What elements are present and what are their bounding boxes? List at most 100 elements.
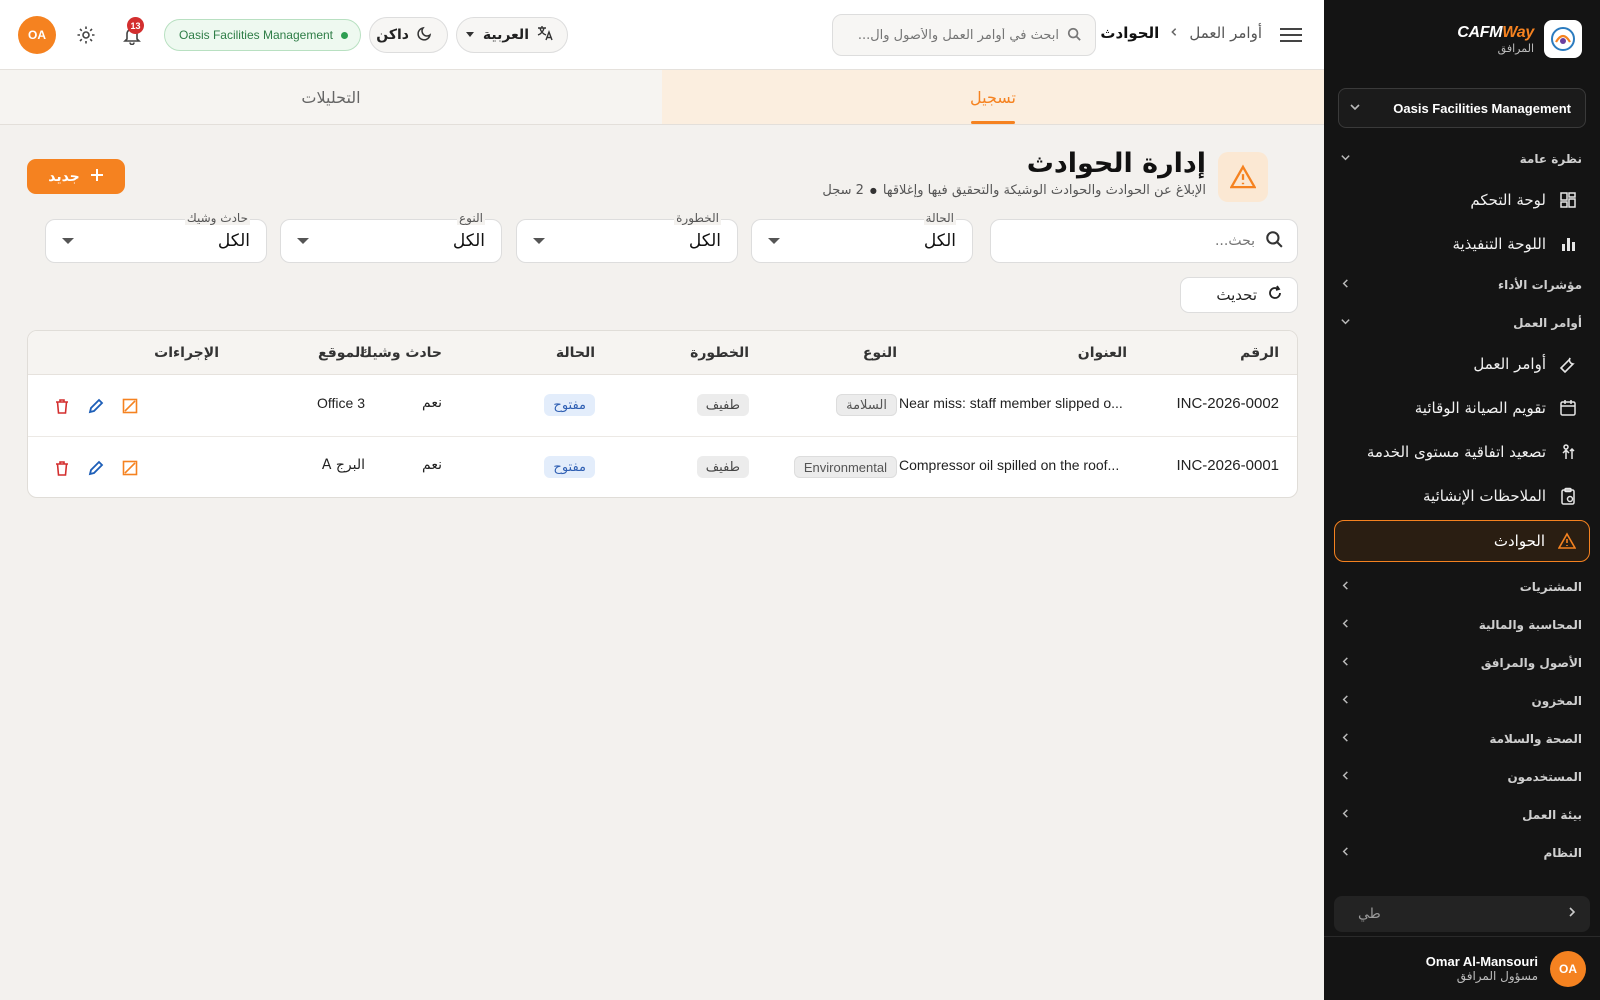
type-filter[interactable]: النوع الكل	[280, 211, 502, 263]
brand[interactable]: CAFMWay المرافق	[1457, 20, 1582, 58]
nav-section-system[interactable]: النظام	[1324, 834, 1600, 872]
refresh-icon	[1267, 285, 1283, 305]
table-row[interactable]: INC-2026-0002 Near miss: staff member sl…	[28, 375, 1297, 437]
cell-title: Compressor oil spilled on the roof...	[899, 457, 1120, 473]
nav-section-users[interactable]: المستخدمون	[1324, 758, 1600, 796]
global-search-input[interactable]	[849, 27, 1059, 43]
nav-section-hse[interactable]: الصحة والسلامة	[1324, 720, 1600, 758]
col-number[interactable]: الرقم	[1240, 345, 1279, 361]
status-filter[interactable]: الحالة الكل	[751, 211, 973, 263]
col-severity[interactable]: الخطورة	[690, 345, 749, 361]
translate-icon	[537, 25, 553, 45]
clipboard-icon	[1558, 486, 1578, 506]
severity-badge: طفيف	[696, 394, 749, 416]
nav-section-kpis[interactable]: مؤشرات الأداء	[1324, 266, 1600, 304]
new-button-label: جديد	[48, 168, 80, 185]
filter-search[interactable]	[990, 219, 1298, 263]
nav-section-inventory[interactable]: المخزون	[1324, 682, 1600, 720]
col-near-miss[interactable]: حادث وشيك	[359, 345, 442, 361]
chevron-left-icon	[1340, 618, 1351, 632]
chevron-left-icon	[1340, 808, 1351, 822]
status-badge: مفتوح	[544, 456, 595, 478]
tab-analytics[interactable]: التحليلات	[0, 70, 662, 124]
chevron-left-icon	[1340, 278, 1351, 292]
settings-button[interactable]	[72, 21, 100, 49]
language-selector[interactable]: العربية	[456, 17, 568, 53]
col-type[interactable]: النوع	[863, 345, 897, 361]
theme-toggle[interactable]: داكن	[369, 17, 448, 53]
cell-location: Office 3	[317, 395, 365, 411]
nav-section-work-orders[interactable]: أوامر العمل	[1324, 304, 1600, 342]
menu-icon[interactable]	[1278, 22, 1304, 48]
user-profile[interactable]: OA Omar Al-Mansouri مسؤول المرافق	[1324, 936, 1600, 1000]
severity-filter-value: الكل	[688, 231, 721, 251]
nav-section-workspace[interactable]: بيئة العمل	[1324, 796, 1600, 834]
sidebar-item-structural-notes[interactable]: الملاحظات الإنشائية	[1324, 474, 1600, 518]
caret-down-icon	[62, 238, 74, 244]
gear-icon	[77, 26, 95, 44]
caret-down-icon	[768, 238, 780, 244]
filter-search-input[interactable]	[1005, 233, 1255, 249]
nav-section-assets[interactable]: الأصول والمرافق	[1324, 644, 1600, 682]
tab-register[interactable]: تسجيل	[662, 70, 1324, 124]
chevron-down-icon	[1340, 152, 1351, 166]
org-badge-label: Oasis Facilities Management	[178, 28, 333, 42]
delete-icon[interactable]	[52, 396, 72, 416]
incidents-table: الرقم العنوان النوع الخطورة الحالة حادث …	[27, 330, 1298, 498]
dashboard-icon	[1558, 190, 1578, 210]
near-miss-filter-value: الكل	[217, 231, 250, 251]
avatar[interactable]: OA	[18, 16, 56, 54]
sidebar-item-executive[interactable]: اللوحة التنفيذية	[1324, 222, 1600, 266]
type-filter-value: الكل	[452, 231, 485, 251]
near-miss-filter[interactable]: حادث وشيك الكل	[45, 211, 267, 263]
global-search[interactable]	[832, 14, 1096, 56]
col-location[interactable]: الموقع	[318, 345, 365, 361]
severity-badge: طفيف	[696, 456, 749, 478]
refresh-button[interactable]: تحديث	[1180, 277, 1298, 313]
severity-filter[interactable]: الخطورة الكل	[516, 211, 738, 263]
cell-near-miss: نعم	[422, 457, 442, 473]
user-role: مسؤول المرافق	[1456, 969, 1538, 983]
col-title[interactable]: العنوان	[1078, 345, 1127, 361]
open-icon[interactable]	[120, 458, 140, 478]
sidebar-collapse-button[interactable]: طي	[1334, 896, 1590, 932]
sidebar-item-pm-calendar[interactable]: تقويم الصيانة الوقائية	[1324, 386, 1600, 430]
chevron-left-icon	[1340, 770, 1351, 784]
cell-near-miss: نعم	[422, 395, 442, 411]
chevron-left-icon	[1340, 732, 1351, 746]
new-incident-button[interactable]: جديد	[27, 159, 125, 194]
table-row[interactable]: INC-2026-0001 Compressor oil spilled on …	[28, 437, 1297, 497]
chevron-left-icon	[1340, 580, 1351, 594]
org-status-badge: Oasis Facilities Management	[164, 19, 361, 51]
delete-icon[interactable]	[52, 458, 72, 478]
warning-icon	[1557, 531, 1577, 551]
sidebar-item-work-orders[interactable]: أوامر العمل	[1324, 342, 1600, 386]
nav-section-finance[interactable]: المحاسبة والمالية	[1324, 606, 1600, 644]
caret-down-icon	[465, 27, 475, 43]
notifications-button[interactable]: 13	[118, 17, 146, 49]
open-icon[interactable]	[120, 396, 140, 416]
sidebar-item-dashboard[interactable]: لوحة التحكم	[1324, 178, 1600, 222]
severity-filter-label: الخطورة	[674, 211, 721, 225]
org-selector-label: Oasis Facilities Management	[1393, 100, 1571, 116]
status-filter-value: الكل	[923, 231, 956, 251]
page-description: الإبلاغ عن الحوادث والحوادث الوشيكة والت…	[882, 183, 1206, 198]
org-selector[interactable]: Oasis Facilities Management	[1338, 88, 1586, 128]
theme-label: داكن	[376, 27, 409, 43]
page-subtitle: الإبلاغ عن الحوادث والحوادث الوشيكة والت…	[822, 183, 1206, 198]
breadcrumb-work-orders[interactable]: أوامر العمل	[1189, 24, 1262, 42]
sidebar: CAFMWay المرافق Oasis Facilities Managem…	[1324, 0, 1600, 1000]
user-name: Omar Al-Mansouri	[1425, 954, 1538, 969]
edit-icon[interactable]	[86, 396, 106, 416]
sidebar-item-incidents[interactable]: الحوادث	[1334, 520, 1590, 562]
nav-section-procurement[interactable]: المشتريات	[1324, 568, 1600, 606]
type-badge: Environmental	[793, 456, 897, 478]
col-status[interactable]: الحالة	[556, 345, 595, 361]
chevron-left-icon	[1340, 846, 1351, 860]
search-icon	[1067, 26, 1081, 45]
sidebar-item-sla-escalation[interactable]: تصعيد اتفاقية مستوى الخدمة	[1324, 430, 1600, 474]
nav-section-overview[interactable]: نظرة عامة	[1324, 140, 1600, 178]
type-filter-label: النوع	[457, 211, 485, 225]
collapse-label: طي	[1358, 906, 1381, 922]
edit-icon[interactable]	[86, 458, 106, 478]
